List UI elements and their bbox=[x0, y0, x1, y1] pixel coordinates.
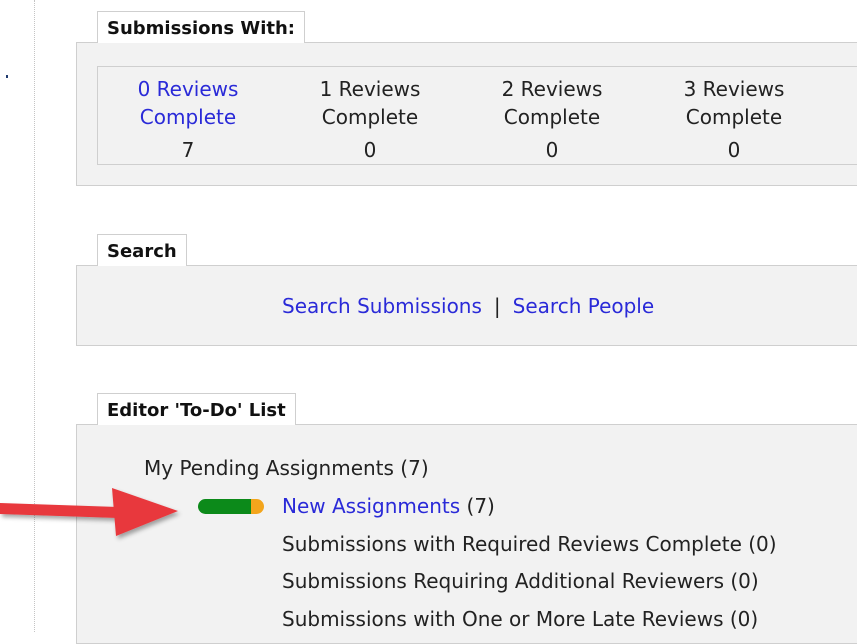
stat-1-count: 0 bbox=[363, 138, 377, 162]
progress-bar-icon bbox=[198, 499, 264, 514]
stat-1-label: 1 Reviews Complete bbox=[319, 77, 421, 129]
stat-3-label: 3 Reviews Complete bbox=[683, 77, 785, 129]
new-assignments-count: (7) bbox=[466, 494, 495, 518]
submissions-with-title: Submissions With: bbox=[97, 11, 305, 43]
search-separator: | bbox=[493, 294, 501, 318]
stat-0-reviews[interactable]: 0 Reviews Complete 7 bbox=[113, 75, 263, 164]
arrow-right-icon bbox=[0, 488, 178, 536]
todo-title: Editor 'To-Do' List bbox=[97, 393, 296, 425]
search-people-link[interactable]: Search People bbox=[513, 294, 655, 318]
stat-1-reviews: 1 Reviews Complete 0 bbox=[295, 75, 445, 164]
review-stats-table: 0 Reviews Complete 7 1 Reviews Complete … bbox=[97, 66, 857, 165]
stat-0-label[interactable]: 0 Reviews Complete bbox=[138, 77, 239, 129]
stat-2-count: 0 bbox=[545, 138, 559, 162]
todo-item-late-reviews: Submissions with One or More Late Review… bbox=[282, 607, 759, 631]
stat-2-label: 2 Reviews Complete bbox=[501, 77, 603, 129]
left-marker bbox=[6, 75, 8, 78]
search-title: Search bbox=[97, 234, 187, 266]
stat-3-reviews: 3 Reviews Complete 0 bbox=[659, 75, 809, 164]
stat-2-reviews: 2 Reviews Complete 0 bbox=[477, 75, 627, 164]
todo-item-required-reviews: Submissions with Required Reviews Comple… bbox=[282, 532, 777, 556]
search-submissions-link[interactable]: Search Submissions bbox=[282, 294, 482, 318]
stat-3-count: 0 bbox=[727, 138, 741, 162]
new-assignments-link[interactable]: New Assignments bbox=[282, 494, 460, 518]
stat-0-count: 7 bbox=[181, 138, 195, 162]
todo-item-additional-reviewers: Submissions Requiring Additional Reviewe… bbox=[282, 569, 759, 593]
pending-assignments-label: My Pending Assignments (7) bbox=[144, 456, 429, 480]
new-assignments-row[interactable]: New Assignments (7) bbox=[282, 494, 495, 518]
